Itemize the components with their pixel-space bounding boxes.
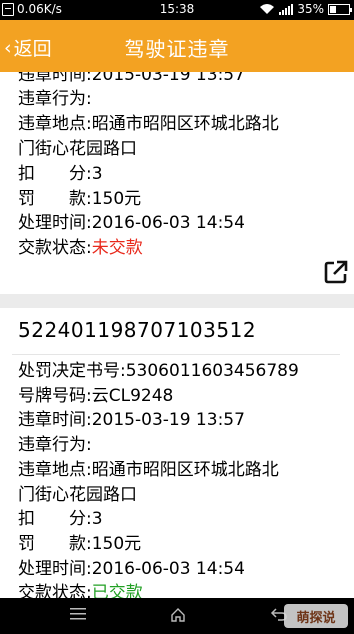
status-badge-unpaid: 未交款 bbox=[91, 238, 143, 258]
divider bbox=[12, 354, 340, 355]
external-link-icon[interactable] bbox=[323, 259, 349, 285]
violation-list[interactable]: 违章时间:2015-03-19 13:57 违章行为: 违章地点:昭通市昭阳区环… bbox=[0, 72, 354, 598]
violation-card: 522401198707103512 处罚决定书号:53060116034567… bbox=[0, 308, 354, 598]
status-right: 35% bbox=[259, 2, 352, 16]
violation-time-row: 违章时间:2015-03-19 13:57 bbox=[18, 410, 245, 430]
violation-time-row: 违章时间:2015-03-19 13:57 bbox=[18, 72, 245, 85]
payment-status-row: 交款状态:已交款 bbox=[18, 582, 143, 598]
battery-icon bbox=[328, 3, 352, 15]
signal-icon bbox=[279, 3, 294, 15]
points-row: 扣 分:3 bbox=[18, 509, 103, 529]
page-title: 驾驶证违章 bbox=[124, 37, 230, 61]
violation-location-row: 违章地点:昭通市昭阳区环城北路北 bbox=[18, 460, 279, 480]
home-icon[interactable] bbox=[170, 607, 186, 623]
process-time-row: 处理时间:2016-06-03 14:54 bbox=[18, 559, 245, 579]
battery-fill bbox=[330, 5, 337, 13]
decision-number-row: 处罚决定书号:5306011603456789 bbox=[18, 361, 299, 381]
app-header: ‹ 返回 驾驶证违章 bbox=[0, 20, 354, 72]
battery-percent: 35% bbox=[297, 2, 324, 16]
process-time-row: 处理时间:2016-06-03 14:54 bbox=[18, 213, 245, 233]
violation-location-row-2: 门街心花园路口 bbox=[18, 485, 137, 505]
violation-behavior-row: 违章行为: bbox=[18, 435, 92, 455]
fine-row: 罚 款:150元 bbox=[18, 534, 142, 554]
card-separator bbox=[0, 294, 354, 308]
status-bar: 0.06K/s 15:38 35% bbox=[0, 0, 354, 20]
watermark-logo: 萌探说 bbox=[284, 604, 348, 628]
status-badge-paid: 已交款 bbox=[91, 583, 143, 598]
record-id: 522401198707103512 bbox=[18, 318, 257, 342]
wifi-icon bbox=[260, 4, 275, 14]
violation-location-row-2: 门街心花园路口 bbox=[18, 139, 137, 159]
points-row: 扣 分:3 bbox=[18, 164, 103, 184]
plate-number-row: 号牌号码:云CL9248 bbox=[18, 386, 174, 406]
violation-location-row: 违章地点:昭通市昭阳区环城北路北 bbox=[18, 114, 279, 134]
system-nav-bar: 萌探说 bbox=[0, 598, 354, 634]
payment-status-row: 交款状态:未交款 bbox=[18, 238, 143, 258]
fine-row: 罚 款:150元 bbox=[18, 189, 142, 209]
violation-behavior-row: 违章行为: bbox=[18, 89, 92, 109]
menu-icon[interactable] bbox=[70, 607, 86, 621]
